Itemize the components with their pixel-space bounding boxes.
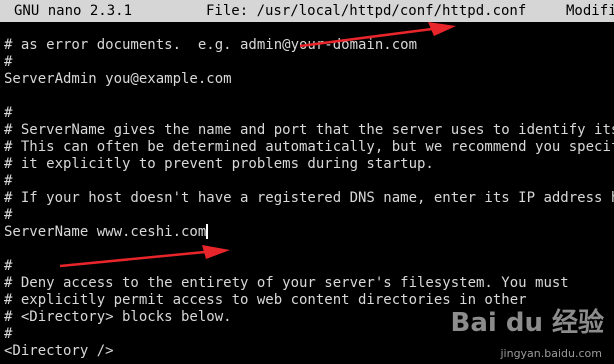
text-line[interactable] bbox=[4, 88, 614, 105]
text-line[interactable]: # bbox=[4, 173, 614, 190]
text-line[interactable]: # bbox=[4, 105, 614, 122]
editor-name: GNU nano 2.3.1 bbox=[14, 3, 133, 19]
nano-title-bar: GNU nano 2.3.1 File: /usr/local/httpd/co… bbox=[0, 0, 614, 22]
text-line[interactable]: <Directory /> bbox=[4, 343, 614, 360]
text-line[interactable] bbox=[4, 241, 614, 258]
text-line-server-name[interactable]: ServerName www.ceshi.com bbox=[4, 224, 614, 241]
text-line[interactable]: # it explicitly to prevent problems duri… bbox=[4, 156, 614, 173]
text-line[interactable]: # Deny access to the entirety of your se… bbox=[4, 275, 614, 292]
text-line[interactable]: # explicitly permit access to web conten… bbox=[4, 292, 614, 309]
text-line[interactable]: # This can often be determined automatic… bbox=[4, 139, 614, 156]
text-cursor bbox=[206, 224, 209, 239]
text-line[interactable]: # as error documents. e.g. admin@your-do… bbox=[4, 37, 614, 54]
text-line[interactable]: # bbox=[4, 326, 614, 343]
modified-status: Modifi bbox=[566, 3, 614, 19]
text-line[interactable]: # bbox=[4, 54, 614, 71]
file-path: File: /usr/local/httpd/conf/httpd.conf bbox=[206, 3, 527, 19]
server-name-text[interactable]: ServerName www.ceshi.com bbox=[4, 224, 206, 240]
text-line[interactable]: # bbox=[4, 258, 614, 275]
text-line[interactable]: # ServerName gives the name and port tha… bbox=[4, 122, 614, 139]
text-line[interactable]: # bbox=[4, 207, 614, 224]
text-line[interactable]: # If your host doesn't have a registered… bbox=[4, 190, 614, 207]
text-line-server-admin[interactable]: ServerAdmin you@example.com bbox=[4, 71, 614, 88]
editor-text-area[interactable]: # as error documents. e.g. admin@your-do… bbox=[4, 37, 614, 360]
terminal-window[interactable]: GNU nano 2.3.1 File: /usr/local/httpd/co… bbox=[0, 0, 614, 364]
text-line[interactable]: # <Directory> blocks below. bbox=[4, 309, 614, 326]
